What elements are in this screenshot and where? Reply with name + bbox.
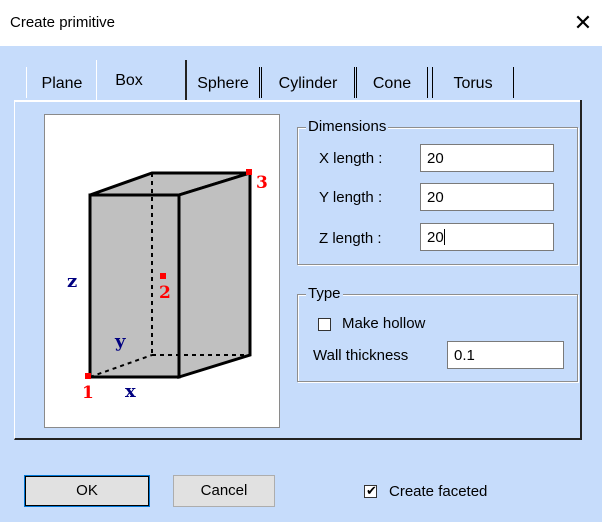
check-icon: ✔	[366, 483, 377, 498]
x-length-label: X length :	[319, 150, 383, 167]
wall-thickness-label: Wall thickness	[313, 347, 409, 364]
tab-cone[interactable]: Cone	[356, 67, 428, 98]
tab-plane-label: Plane	[41, 75, 83, 92]
tab-box-label: Box	[115, 72, 143, 89]
point-1-marker	[85, 373, 91, 379]
wall-thickness-value: 0.1	[454, 347, 475, 364]
z-length-label: Z length :	[319, 230, 382, 247]
box-illustration: 3 2 1 z y x	[44, 114, 280, 428]
tab-sphere-label: Sphere	[197, 75, 249, 92]
tab-cone-label: Cone	[372, 75, 412, 92]
close-icon[interactable]: ✕	[568, 8, 598, 38]
tab-sphere[interactable]: Sphere	[186, 67, 260, 98]
cancel-button[interactable]: Cancel	[173, 475, 275, 507]
cancel-button-label: Cancel	[200, 482, 248, 499]
ok-button[interactable]: OK	[24, 475, 150, 507]
point-3-label: 3	[256, 173, 268, 193]
text-caret	[443, 229, 445, 245]
tab-plane[interactable]: Plane	[26, 67, 98, 98]
make-hollow-label: Make hollow	[342, 315, 426, 332]
box-diagram	[85, 169, 252, 380]
type-legend: Type	[306, 285, 343, 302]
z-length-input[interactable]: 20	[420, 223, 554, 251]
point-2-label: 2	[159, 283, 171, 303]
y-length-input[interactable]: 20	[420, 183, 554, 211]
title-bar: Create primitive ✕	[0, 0, 602, 46]
box-right-face	[177, 170, 252, 380]
x-length-value: 20	[427, 150, 444, 167]
point-1-label: 1	[82, 383, 94, 403]
ok-button-label: OK	[76, 482, 98, 499]
tab-torus[interactable]: Torus	[432, 67, 514, 98]
tab-cylinder-label: Cylinder	[278, 75, 338, 92]
create-faceted-label: Create faceted	[389, 483, 488, 500]
tab-cylinder[interactable]: Cylinder	[261, 67, 355, 98]
z-length-value: 20	[427, 229, 444, 246]
tab-box[interactable]: Box	[96, 60, 187, 100]
y-length-value: 20	[427, 189, 444, 206]
axis-x-label: x	[125, 381, 136, 402]
wall-thickness-input[interactable]: 0.1	[447, 341, 564, 369]
dimensions-legend: Dimensions	[306, 118, 389, 135]
window-title: Create primitive	[10, 14, 116, 31]
point-3-marker	[246, 169, 252, 175]
point-2-marker	[160, 273, 166, 279]
make-hollow-checkbox[interactable]	[318, 318, 331, 331]
y-length-label: Y length :	[319, 189, 383, 206]
tab-torus-label: Torus	[453, 75, 493, 92]
create-faceted-checkbox[interactable]: ✔	[364, 483, 377, 498]
axis-y-label: y	[115, 331, 126, 352]
axis-z-label: z	[67, 271, 78, 292]
x-length-input[interactable]: 20	[420, 144, 554, 172]
